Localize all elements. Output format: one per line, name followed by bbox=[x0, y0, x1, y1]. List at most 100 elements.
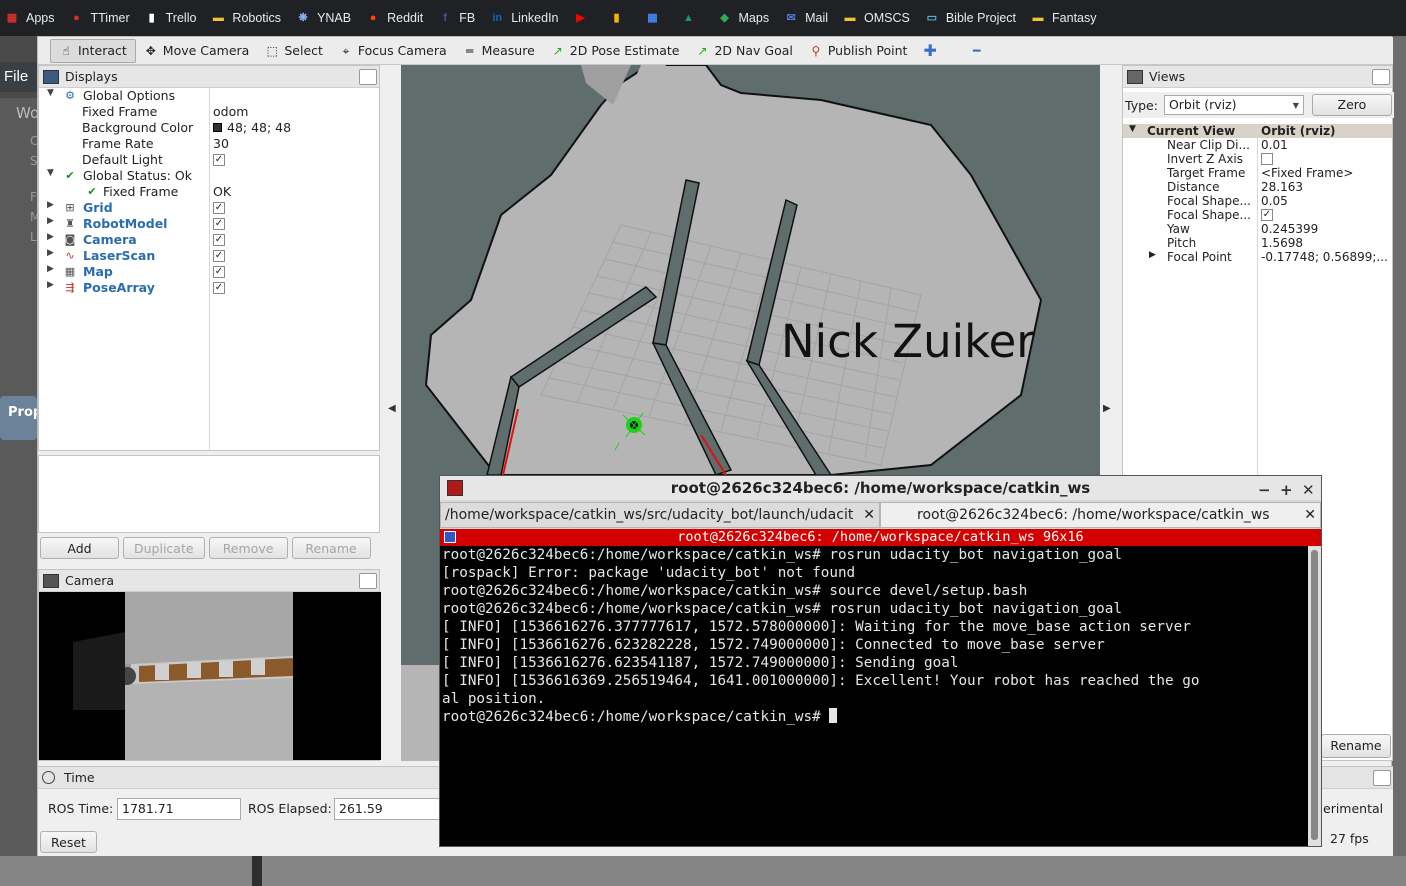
ros-elapsed-field[interactable]: 261.59 bbox=[334, 798, 444, 820]
view-property-row[interactable]: Pitch 1.5698 bbox=[1123, 236, 1392, 250]
experimental-label[interactable]: erimental bbox=[1323, 801, 1383, 816]
display-row-default-light[interactable]: Default Light ✓ bbox=[39, 152, 379, 168]
bookmark-15[interactable]: ▭ Bible Project bbox=[924, 10, 1016, 26]
view-property-row[interactable]: Distance 28.163 bbox=[1123, 180, 1392, 194]
collapsed-arrow-icon[interactable]: ▶ bbox=[47, 216, 54, 226]
view-property-value[interactable]: 0.05 bbox=[1261, 194, 1391, 208]
view-property-row[interactable]: Focal Shape... 0.05 bbox=[1123, 194, 1392, 208]
bookmark-16[interactable]: ▬ Fantasy bbox=[1030, 10, 1097, 26]
collapse-left-arrow[interactable]: ◀ bbox=[388, 403, 396, 414]
color-swatch[interactable] bbox=[213, 123, 222, 132]
terminal-tab-2[interactable]: root@2626c324bec6: /home/workspace/catki… bbox=[880, 502, 1321, 528]
terminal-scrollbar[interactable] bbox=[1308, 546, 1321, 846]
close-tab-icon[interactable]: ✕ bbox=[1304, 503, 1316, 527]
bookmark-11[interactable]: ▲ bbox=[681, 10, 703, 26]
bookmark-14[interactable]: ▬ OMSCS bbox=[842, 10, 910, 26]
bookmark-9[interactable]: ▮ bbox=[609, 10, 631, 26]
display-row-value[interactable]: 30 bbox=[213, 136, 229, 151]
display-row-frame-rate[interactable]: Frame Rate 30 bbox=[39, 136, 379, 152]
tool-focus-camera[interactable]: ⌖ Focus Camera bbox=[331, 39, 455, 63]
bookmark-6[interactable]: f FB bbox=[437, 10, 475, 26]
maximize-icon[interactable]: + bbox=[1280, 478, 1293, 502]
property-checkbox[interactable]: ✓ bbox=[1261, 209, 1273, 221]
add-tool-plus-icon[interactable]: ✚ bbox=[915, 39, 944, 63]
bookmark-5[interactable]: ● Reddit bbox=[365, 10, 423, 26]
property-checkbox[interactable] bbox=[1261, 153, 1273, 165]
tool-measure[interactable]: ═ Measure bbox=[455, 39, 543, 63]
display-row-value[interactable]: OK bbox=[213, 184, 231, 199]
view-property-value[interactable]: 0.245399 bbox=[1261, 222, 1391, 236]
view-property-row[interactable]: Focal Shape... ✓ bbox=[1123, 208, 1392, 222]
view-property-row[interactable]: Near Clip Di... 0.01 bbox=[1123, 138, 1392, 152]
file-menu[interactable]: File bbox=[4, 68, 28, 85]
view-type-select[interactable]: Orbit (rviz) bbox=[1163, 95, 1304, 115]
display-row-value[interactable]: odom bbox=[213, 104, 248, 119]
reset-button[interactable]: Reset bbox=[40, 831, 97, 853]
view-property-row[interactable]: Invert Z Axis bbox=[1123, 152, 1392, 166]
display-row-laserscan[interactable]: ▶ ∿ LaserScan ✓ bbox=[39, 248, 379, 264]
bookmark-3[interactable]: ▬ Robotics bbox=[210, 10, 281, 26]
current-view-row[interactable]: ▼ Current View Orbit (rviz) bbox=[1123, 124, 1392, 138]
collapsed-arrow-icon[interactable]: ▶ bbox=[47, 200, 54, 210]
collapsed-arrow-icon[interactable]: ▶ bbox=[47, 232, 54, 242]
expanded-arrow-icon[interactable]: ▼ bbox=[47, 168, 54, 178]
enable-checkbox[interactable]: ✓ bbox=[213, 282, 225, 294]
view-property-value[interactable]: 1.5698 bbox=[1261, 236, 1391, 250]
collapse-right-arrow[interactable]: ▶ bbox=[1103, 403, 1111, 414]
close-icon[interactable]: ✕ bbox=[1302, 478, 1315, 502]
enable-checkbox[interactable]: ✓ bbox=[213, 250, 225, 262]
terminal-title-bar[interactable]: root@2626c324bec6: /home/workspace/catki… bbox=[440, 476, 1321, 500]
panel-float-button[interactable] bbox=[359, 573, 377, 589]
bookmark-2[interactable]: ▮ Trello bbox=[144, 10, 197, 26]
bookmark-13[interactable]: ✉ Mail bbox=[783, 10, 828, 26]
properties-tab[interactable]: Prop bbox=[0, 396, 42, 440]
display-row-global-options[interactable]: ▼ ⚙ Global Options bbox=[39, 88, 379, 104]
bookmark-10[interactable]: ▦ bbox=[645, 10, 667, 26]
view-property-row[interactable]: Yaw 0.245399 bbox=[1123, 222, 1392, 236]
bookmark-1[interactable]: ● TTimer bbox=[69, 10, 129, 26]
panel-float-button[interactable] bbox=[1372, 69, 1390, 85]
display-row-grid[interactable]: ▶ ⊞ Grid ✓ bbox=[39, 200, 379, 216]
display-row-robotmodel[interactable]: ▶ ♜ RobotModel ✓ bbox=[39, 216, 379, 232]
minimize-icon[interactable]: − bbox=[1258, 478, 1271, 502]
expanded-arrow-icon[interactable]: ▼ bbox=[1129, 124, 1136, 134]
bookmark-7[interactable]: in LinkedIn bbox=[489, 10, 558, 26]
tool-interact[interactable]: ☝ Interact bbox=[50, 38, 136, 63]
tool-2d-nav-goal[interactable]: ↗ 2D Nav Goal bbox=[687, 39, 800, 63]
enable-checkbox[interactable]: ✓ bbox=[213, 218, 225, 230]
duplicate-button[interactable]: Duplicate bbox=[123, 537, 205, 559]
view-property-row[interactable]: Target Frame <Fixed Frame> bbox=[1123, 166, 1392, 180]
view-property-value[interactable]: 28.163 bbox=[1261, 180, 1391, 194]
zero-button[interactable]: Zero bbox=[1311, 94, 1392, 116]
close-tab-icon[interactable]: ✕ bbox=[863, 503, 875, 527]
enable-checkbox[interactable]: ✓ bbox=[213, 154, 225, 166]
display-row-camera[interactable]: ▶ ◙ Camera ✓ bbox=[39, 232, 379, 248]
expanded-arrow-icon[interactable]: ▼ bbox=[47, 88, 54, 98]
ros-time-field[interactable]: 1781.71 bbox=[117, 798, 241, 820]
collapsed-arrow-icon[interactable]: ▶ bbox=[1149, 250, 1156, 260]
terminal-prompt-line[interactable]: root@2626c324bec6:/home/workspace/catkin… bbox=[442, 708, 1306, 726]
tool-publish-point[interactable]: ⚲ Publish Point bbox=[801, 39, 916, 63]
collapsed-arrow-icon[interactable]: ▶ bbox=[47, 264, 54, 274]
rename-button[interactable]: Rename bbox=[291, 537, 371, 559]
display-row-fixed-frame[interactable]: Fixed Frame odom bbox=[39, 104, 379, 120]
display-row-map[interactable]: ▶ ▦ Map ✓ bbox=[39, 264, 379, 280]
view-property-row[interactable]: ▶ Focal Point -0.17748; 0.56899;... bbox=[1123, 250, 1392, 264]
display-row-global-status-ok[interactable]: ▼ ✔ Global Status: Ok bbox=[39, 168, 379, 184]
terminal-output[interactable]: root@2626c324bec6:/home/workspace/catkin… bbox=[440, 546, 1308, 846]
add-button[interactable]: Add bbox=[40, 537, 119, 559]
bookmark-0[interactable]: ▦ Apps bbox=[4, 10, 55, 26]
view-property-value[interactable]: -0.17748; 0.56899;... bbox=[1261, 250, 1391, 264]
bookmark-12[interactable]: ◆ Maps bbox=[717, 10, 769, 26]
bookmark-8[interactable]: ▶ bbox=[573, 10, 595, 26]
enable-checkbox[interactable]: ✓ bbox=[213, 202, 225, 214]
scrollbar-thumb[interactable] bbox=[1311, 550, 1318, 840]
remove-button[interactable]: Remove bbox=[208, 537, 288, 559]
panel-float-button[interactable] bbox=[359, 69, 377, 85]
display-row-posearray[interactable]: ▶ ⇶ PoseArray ✓ bbox=[39, 280, 379, 296]
display-row-background-color[interactable]: Background Color 48; 48; 48 bbox=[39, 120, 379, 136]
view-rename-button[interactable]: Rename bbox=[1321, 734, 1391, 758]
tool-2d-pose-estimate[interactable]: ↗ 2D Pose Estimate bbox=[543, 39, 688, 63]
terminal-tab-1[interactable]: /home/workspace/catkin_ws/src/udacity_bo… bbox=[440, 502, 880, 528]
tool-select[interactable]: ⬚ Select bbox=[257, 39, 331, 63]
